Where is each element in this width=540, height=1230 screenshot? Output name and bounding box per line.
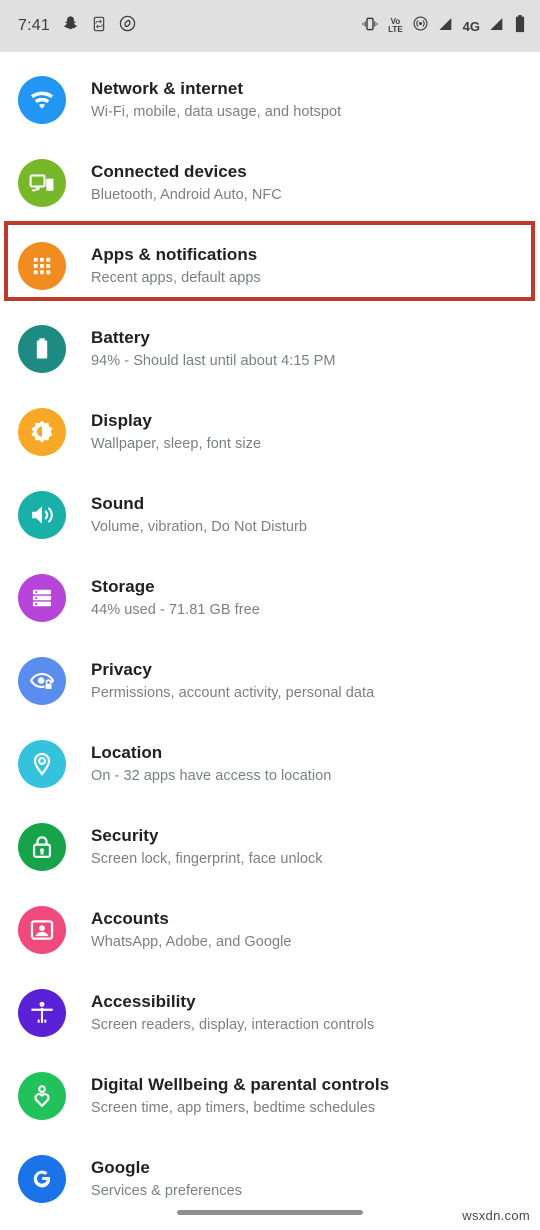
setting-row-network-internet[interactable]: Network & internet Wi-Fi, mobile, data u…: [0, 58, 540, 141]
battery-icon: [18, 324, 66, 373]
cast-devices-icon: [18, 158, 66, 207]
setting-text-google: Google Services & preferences: [91, 1157, 242, 1201]
vibrate-icon: [361, 16, 379, 37]
storage-stack-icon: [18, 573, 66, 622]
setting-row-security[interactable]: Security Screen lock, fingerprint, face …: [0, 805, 540, 888]
status-clock: 7:41: [18, 17, 50, 34]
status-bar-right: Vo LTE 4G: [361, 14, 526, 38]
setting-title: Apps & notifications: [91, 244, 258, 264]
setting-text-digital-wellbeing: Digital Wellbeing & parental controls Sc…: [91, 1074, 389, 1118]
setting-row-display[interactable]: Display Wallpaper, sleep, font size: [0, 390, 540, 473]
setting-title: Sound: [91, 493, 145, 513]
setting-subtitle: Bluetooth, Android Auto, NFC: [91, 186, 282, 203]
setting-subtitle: WhatsApp, Adobe, and Google: [91, 933, 292, 950]
lock-icon: [18, 822, 66, 871]
setting-subtitle: Screen readers, display, interaction con…: [91, 1016, 375, 1033]
setting-subtitle: Services & preferences: [91, 1182, 242, 1199]
signal-bar-2-icon: [489, 16, 505, 37]
setting-title: Battery: [91, 327, 150, 347]
setting-row-accounts[interactable]: Accounts WhatsApp, Adobe, and Google: [0, 888, 540, 971]
setting-row-battery[interactable]: Battery 94% - Should last until about 4:…: [0, 307, 540, 390]
accessibility-person-icon: [18, 988, 66, 1037]
setting-text-sound: Sound Volume, vibration, Do Not Disturb: [91, 493, 307, 537]
setting-row-accessibility[interactable]: Accessibility Screen readers, display, i…: [0, 971, 540, 1054]
volte-bottom-label: LTE: [388, 25, 403, 34]
setting-row-apps-notifications[interactable]: Apps & notifications Recent apps, defaul…: [0, 224, 540, 307]
setting-row-google[interactable]: Google Services & preferences: [0, 1137, 540, 1220]
home-indicator[interactable]: [177, 1210, 363, 1215]
setting-text-apps-notifications: Apps & notifications Recent apps, defaul…: [91, 244, 261, 288]
setting-subtitle: 44% used - 71.81 GB free: [91, 601, 260, 618]
setting-title: Security: [91, 825, 159, 845]
snapchat-icon: [62, 15, 79, 37]
battery-icon: [514, 14, 526, 38]
setting-text-display: Display Wallpaper, sleep, font size: [91, 410, 261, 454]
setting-title: Accounts: [91, 908, 169, 928]
apps-grid-icon: [18, 241, 66, 290]
4g-label: 4G: [462, 18, 480, 34]
setting-row-sound[interactable]: Sound Volume, vibration, Do Not Disturb: [0, 473, 540, 556]
setting-title: Google: [91, 1157, 150, 1177]
volume-icon: [18, 490, 66, 539]
wellbeing-heart-icon: [18, 1071, 66, 1120]
setting-text-accessibility: Accessibility Screen readers, display, i…: [91, 991, 374, 1035]
screen-record-icon: [91, 16, 107, 37]
setting-row-location[interactable]: Location On - 32 apps have access to loc…: [0, 722, 540, 805]
signal-bar-1-icon: [438, 16, 454, 37]
setting-title: Connected devices: [91, 161, 247, 181]
setting-title: Location: [91, 742, 163, 762]
brightness-icon: [18, 407, 66, 456]
hotspot-icon: [412, 15, 429, 37]
setting-subtitle: Recent apps, default apps: [91, 269, 261, 286]
setting-text-storage: Storage 44% used - 71.81 GB free: [91, 576, 260, 620]
setting-row-digital-wellbeing[interactable]: Digital Wellbeing & parental controls Sc…: [0, 1054, 540, 1137]
setting-row-storage[interactable]: Storage 44% used - 71.81 GB free: [0, 556, 540, 639]
setting-title: Privacy: [91, 659, 152, 679]
setting-subtitle: Volume, vibration, Do Not Disturb: [91, 518, 308, 535]
setting-text-battery: Battery 94% - Should last until about 4:…: [91, 327, 335, 371]
setting-text-network-internet: Network & internet Wi-Fi, mobile, data u…: [91, 78, 341, 122]
setting-title: Accessibility: [91, 991, 196, 1011]
setting-subtitle: Wi-Fi, mobile, data usage, and hotspot: [91, 103, 342, 120]
setting-subtitle: Wallpaper, sleep, font size: [91, 435, 262, 452]
setting-subtitle: 94% - Should last until about 4:15 PM: [91, 352, 336, 369]
setting-subtitle: On - 32 apps have access to location: [91, 767, 332, 784]
setting-title: Display: [91, 410, 152, 430]
setting-text-location: Location On - 32 apps have access to loc…: [91, 742, 331, 786]
setting-subtitle: Permissions, account activity, personal …: [91, 684, 375, 701]
setting-row-privacy[interactable]: Privacy Permissions, account activity, p…: [0, 639, 540, 722]
setting-row-connected-devices[interactable]: Connected devices Bluetooth, Android Aut…: [0, 141, 540, 224]
settings-list: Network & internet Wi-Fi, mobile, data u…: [0, 52, 540, 1220]
watermark: wsxdn.com: [462, 1208, 530, 1223]
account-card-icon: [18, 905, 66, 954]
setting-title: Network & internet: [91, 78, 244, 98]
setting-title: Storage: [91, 576, 155, 596]
status-bar: 7:41 Vo LTE 4G: [0, 0, 540, 52]
eye-lock-icon: [18, 656, 66, 705]
setting-text-connected-devices: Connected devices Bluetooth, Android Aut…: [91, 161, 282, 205]
setting-subtitle: Screen time, app timers, bedtime schedul…: [91, 1099, 376, 1116]
shazam-icon: [119, 15, 136, 37]
setting-title: Digital Wellbeing & parental controls: [91, 1074, 390, 1094]
location-pin-icon: [18, 739, 66, 788]
setting-text-security: Security Screen lock, fingerprint, face …: [91, 825, 323, 869]
setting-text-privacy: Privacy Permissions, account activity, p…: [91, 659, 374, 703]
setting-subtitle: Screen lock, fingerprint, face unlock: [91, 850, 323, 867]
google-g-icon: [18, 1154, 66, 1203]
wifi-icon: [18, 75, 66, 124]
volte-icon: Vo LTE: [388, 18, 403, 33]
setting-text-accounts: Accounts WhatsApp, Adobe, and Google: [91, 908, 291, 952]
status-bar-left: 7:41: [18, 15, 136, 37]
